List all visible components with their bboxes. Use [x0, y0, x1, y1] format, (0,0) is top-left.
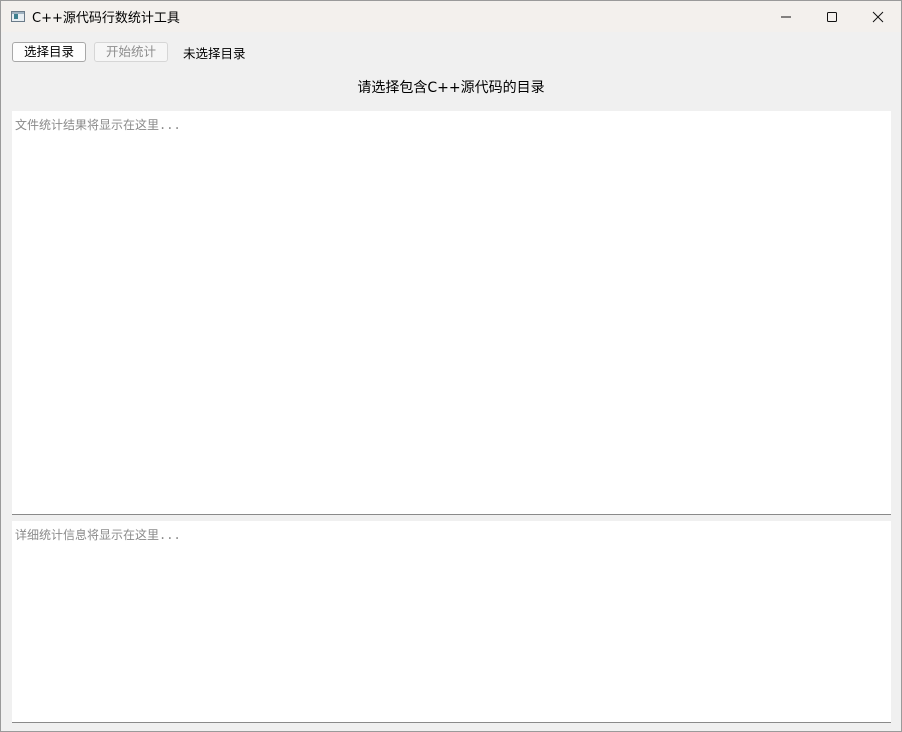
select-directory-button[interactable]: 选择目录 [12, 42, 87, 62]
results-placeholder: 文件统计结果将显示在这里... [15, 118, 181, 132]
start-count-button[interactable]: 开始统计 [94, 42, 169, 62]
toolbar: 选择目录 开始统计 未选择目录 [12, 41, 246, 63]
minimize-button[interactable] [763, 1, 809, 32]
close-icon [872, 11, 884, 22]
prompt-label: 请选择包含C++源代码的目录 [357, 80, 545, 96]
maximize-button[interactable] [809, 1, 855, 32]
window-title: C++源代码行数统计工具 [32, 11, 180, 26]
window-controls [763, 1, 901, 32]
details-textarea[interactable]: 详细统计信息将显示在这里... [12, 521, 891, 723]
title-bar[interactable]: C++源代码行数统计工具 [1, 1, 901, 32]
app-icon [11, 11, 25, 22]
app-window: C++源代码行数统计工具 选择目录 开始统计 未选择目录 请选择包含C++源代码… [0, 0, 902, 732]
results-textarea[interactable]: 文件统计结果将显示在这里... [12, 111, 891, 515]
details-placeholder: 详细统计信息将显示在这里... [15, 528, 181, 542]
maximize-icon [827, 11, 837, 22]
minimize-icon [781, 16, 791, 17]
directory-status-label: 未选择目录 [183, 45, 246, 61]
close-button[interactable] [855, 1, 901, 32]
